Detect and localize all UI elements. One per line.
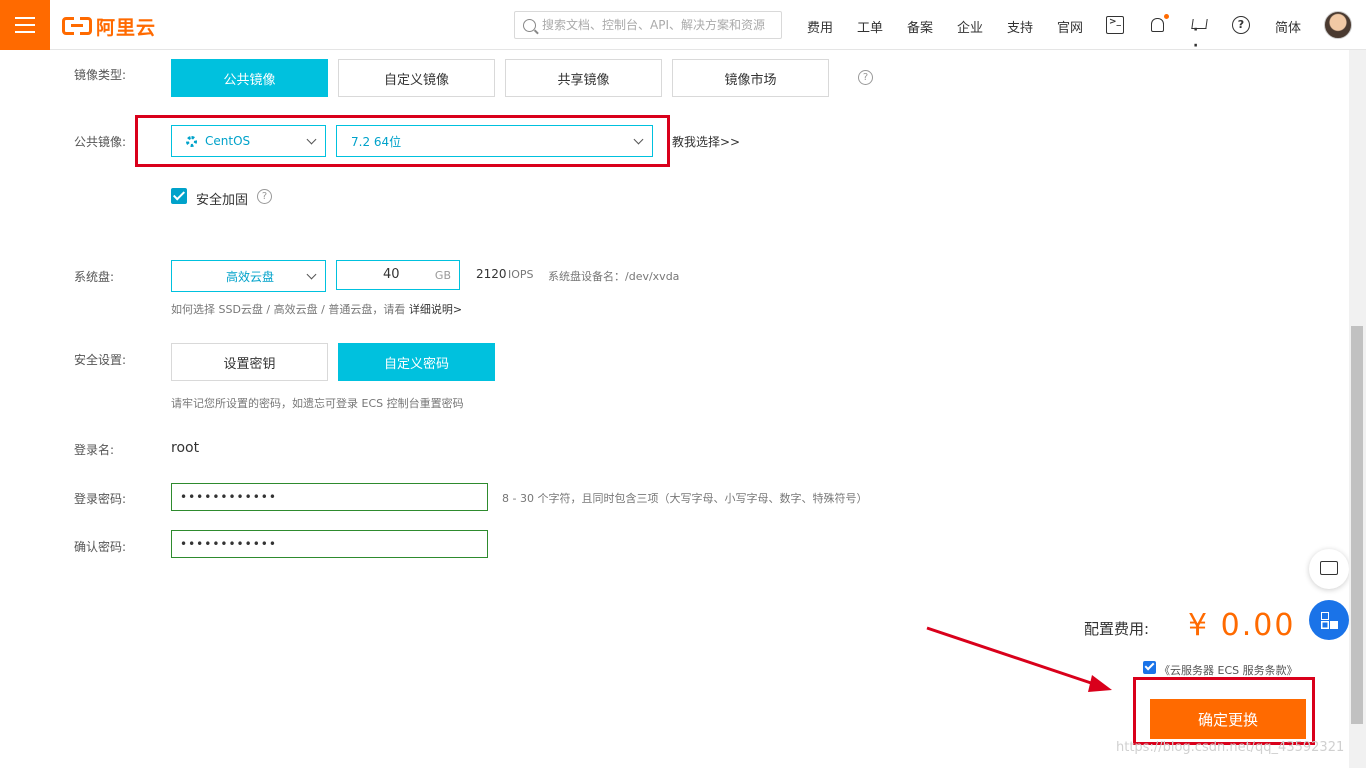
highlight-box (1133, 677, 1315, 745)
annotation-arrow (926, 626, 1112, 692)
watermark: https://blog.csdn.net/qq_43592321 (1116, 740, 1345, 755)
arrow-head (1088, 675, 1112, 692)
scrollbar[interactable] (1349, 50, 1366, 768)
scrollbar-thumb[interactable] (1351, 326, 1363, 724)
arrow-line (926, 626, 1101, 688)
